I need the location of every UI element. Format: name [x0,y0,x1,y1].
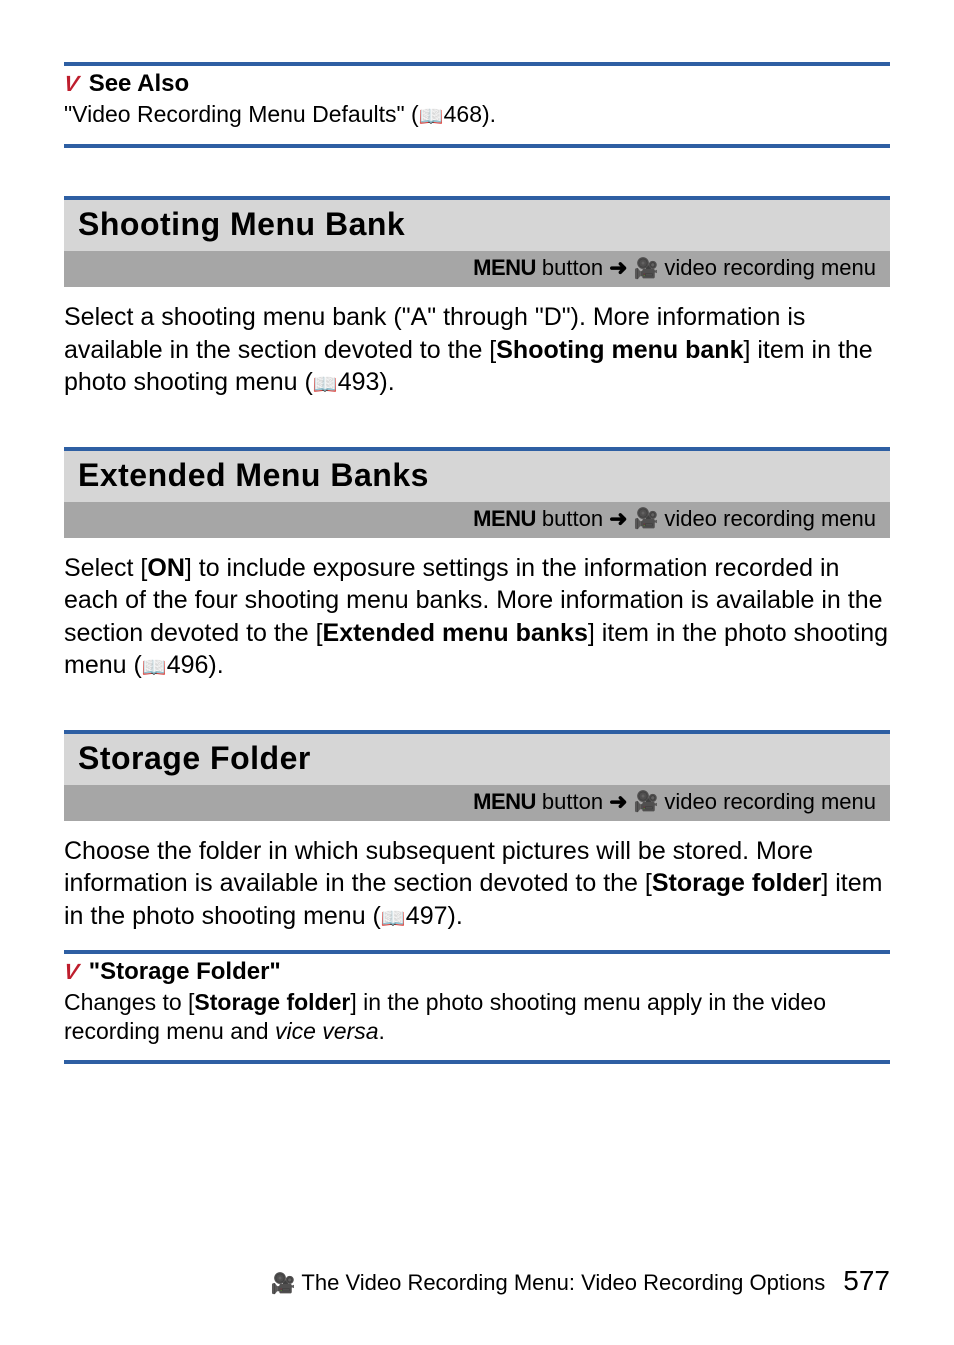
section-title-sf: Storage Folder [78,740,876,777]
section-title-wrap-emb: Extended Menu Banks [64,447,890,502]
page: V See Also "Video Recording Menu Default… [0,0,954,1345]
body-sf-bold: Storage folder [652,869,821,897]
section-header-emb: Extended Menu Banks MENU button ➜ 🎥 vide… [64,447,890,538]
video-icon: 🎥 [634,256,659,281]
menu-trail-smb: video recording menu [664,255,876,281]
note-seealso-ref: 468). [444,101,496,127]
menu-label-sf: MENU [473,789,536,815]
arrow-icon: ➜ [609,789,627,815]
rule-bottom-sfnote [64,1060,890,1064]
video-icon: 🎥 [634,789,659,814]
video-icon: 🎥 [634,506,659,531]
body-smb: Select a shooting menu bank ("A" through… [64,301,890,399]
page-number: 577 [843,1265,890,1297]
section-header-smb: Shooting Menu Bank MENU button ➜ 🎥 video… [64,196,890,287]
note-storage-folder: V "Storage Folder" Changes to [Storage f… [64,950,890,1064]
alert-v-icon: V [60,73,82,95]
footer-text: The Video Recording Menu: Video Recordin… [296,1270,826,1295]
section-storage-folder: Storage Folder MENU button ➜ 🎥 video rec… [64,730,890,1064]
section-header-sf: Storage Folder MENU button ➜ 🎥 video rec… [64,730,890,821]
note-seealso-title: See Also [89,70,190,98]
note-sf-title: "Storage Folder" [89,958,281,986]
note-sf-bold: Storage folder [194,989,350,1015]
body-smb-ref: 493). [338,368,395,396]
body-sf: Choose the folder in which subsequent pi… [64,835,890,933]
section-sub-smb: MENU button ➜ 🎥 video recording menu [64,251,890,287]
note-sf-italic: vice versa [275,1018,379,1044]
body-emb-on: ON [147,554,185,582]
menu-trail-sf: video recording menu [664,789,876,815]
rule-bottom-seealso [64,144,890,148]
note-sf-1: Changes to [ [64,989,194,1015]
note-sf-body: Changes to [Storage folder] in the photo… [64,988,890,1046]
note-sf-3: . [379,1018,385,1044]
alert-v-icon: V [60,961,82,983]
menu-btn-emb: button [542,506,603,532]
section-shooting-menu-bank: Shooting Menu Bank MENU button ➜ 🎥 video… [64,196,890,399]
section-title-wrap-smb: Shooting Menu Bank [64,196,890,251]
section-title-wrap-sf: Storage Folder [64,730,890,785]
menu-label-emb: MENU [473,506,536,532]
menu-btn-smb: button [542,255,603,281]
book-icon: 📖 [313,372,338,398]
body-emb: Select [ON] to include exposure settings… [64,552,890,682]
note-seealso-body: "Video Recording Menu Defaults" (📖468). [64,100,890,130]
section-sub-emb: MENU button ➜ 🎥 video recording menu [64,502,890,538]
video-icon: 🎥 [271,1273,296,1295]
note-sf-head: V "Storage Folder" [64,958,890,986]
book-icon: 📖 [381,906,406,932]
note-seealso-text1: "Video Recording Menu Defaults" ( [64,101,419,127]
menu-label-smb: MENU [473,255,536,281]
arrow-icon: ➜ [609,506,627,532]
page-footer: 🎥 The Video Recording Menu: Video Record… [64,1265,890,1297]
body-emb-ref: 496). [167,651,224,679]
arrow-icon: ➜ [609,255,627,281]
menu-trail-emb: video recording menu [664,506,876,532]
footer-text-wrap: 🎥 The Video Recording Menu: Video Record… [271,1270,825,1296]
section-title-smb: Shooting Menu Bank [78,206,876,243]
menu-btn-sf: button [542,789,603,815]
section-title-emb: Extended Menu Banks [78,457,876,494]
rule-top-seealso [64,62,890,66]
section-extended-menu-banks: Extended Menu Banks MENU button ➜ 🎥 vide… [64,447,890,682]
note-seealso-head: V See Also [64,70,890,98]
rule-top-sfnote [64,950,890,954]
body-emb-1a: Select [ [64,554,147,582]
body-sf-ref: 497). [406,902,463,930]
body-smb-bold: Shooting menu bank [496,336,743,364]
section-sub-sf: MENU button ➜ 🎥 video recording menu [64,785,890,821]
body-emb-bold: Extended menu banks [323,619,588,647]
book-icon: 📖 [142,655,167,681]
book-icon: 📖 [419,105,444,130]
